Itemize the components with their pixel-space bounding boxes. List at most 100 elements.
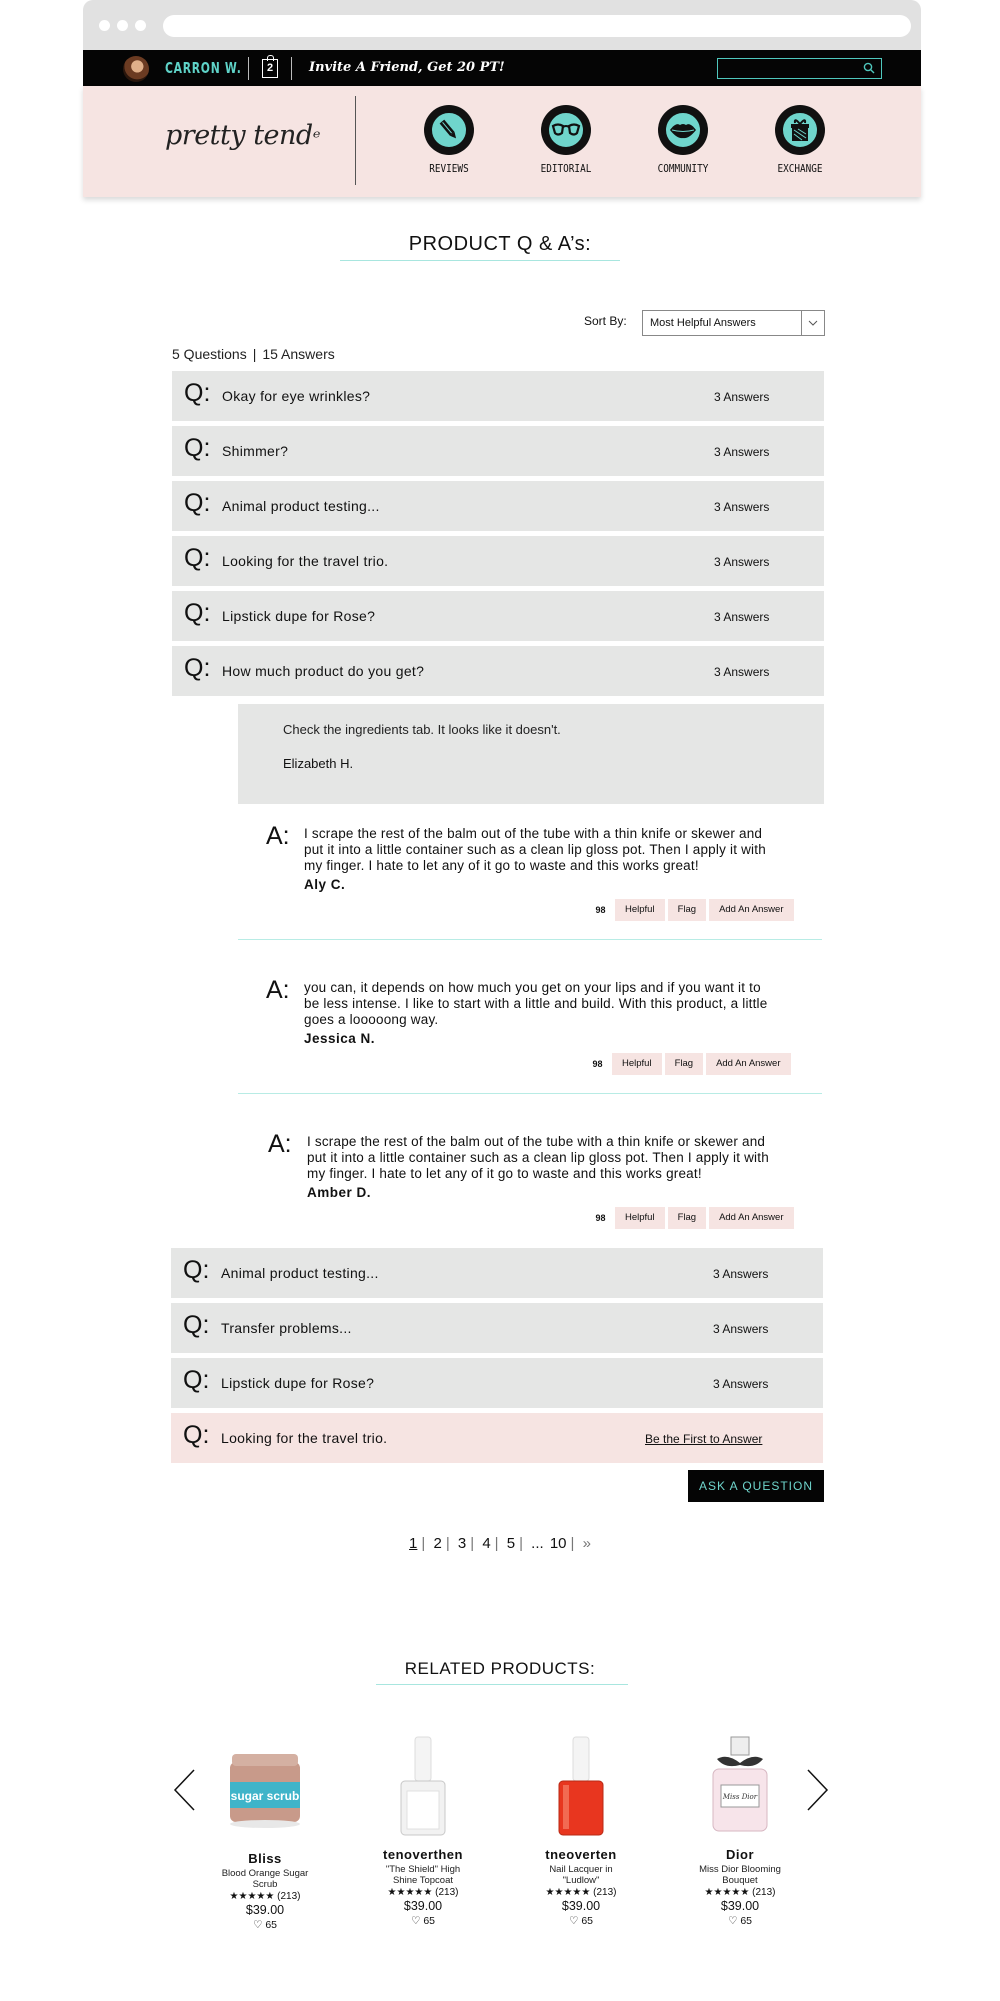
nav-community[interactable]: COMMUNITY bbox=[643, 106, 723, 175]
answer-author: Amber D. bbox=[307, 1185, 372, 1200]
next-page-link[interactable]: » bbox=[583, 1535, 591, 1552]
answers-count-link[interactable]: 3 Answers bbox=[713, 1377, 768, 1391]
sort-select[interactable]: Most Helpful Answers bbox=[642, 310, 825, 336]
first-to-answer-link[interactable]: Be the First to Answer bbox=[645, 1432, 762, 1446]
note-text: Check the ingredients tab. It looks like… bbox=[283, 722, 561, 737]
product-brand: Dior bbox=[726, 1847, 754, 1862]
answers-count-link[interactable]: 3 Answers bbox=[714, 665, 769, 679]
answer-line: my finger. I hate to let any of it go to… bbox=[304, 858, 699, 873]
question-text: Okay for eye wrinkles? bbox=[222, 388, 371, 404]
username-link[interactable]: CARRON W. bbox=[165, 59, 242, 77]
page-link[interactable]: 1 bbox=[409, 1535, 417, 1552]
question-row[interactable]: Q: Animal product testing... 3 Answers bbox=[171, 1248, 823, 1298]
window-maximize-dot[interactable] bbox=[135, 20, 146, 31]
chevron-down-icon[interactable] bbox=[801, 311, 824, 335]
ask-question-button[interactable]: ASK A QUESTION bbox=[688, 1470, 824, 1502]
answers-count-link[interactable]: 3 Answers bbox=[714, 390, 769, 404]
address-bar[interactable] bbox=[163, 15, 911, 37]
product-image[interactable] bbox=[358, 1735, 488, 1836]
helpful-count: 98 bbox=[586, 1053, 609, 1075]
likes-count: 65 bbox=[423, 1915, 436, 1927]
helpful-button[interactable]: Helpful bbox=[615, 899, 665, 921]
search-input[interactable] bbox=[717, 58, 882, 79]
carousel-prev-arrow[interactable] bbox=[172, 1768, 196, 1817]
heart-icon[interactable]: ♡ bbox=[411, 1915, 420, 1927]
heart-icon[interactable]: ♡ bbox=[253, 1919, 262, 1931]
product-likes[interactable]: ♡ 65 bbox=[358, 1915, 488, 1927]
helpful-button[interactable]: Helpful bbox=[612, 1053, 662, 1075]
answers-count-link[interactable]: 3 Answers bbox=[714, 555, 769, 569]
heart-icon[interactable]: ♡ bbox=[569, 1915, 578, 1927]
question-row[interactable]: Q: Animal product testing... 3 Answers bbox=[172, 481, 824, 531]
question-row[interactable]: Q: Shimmer? 3 Answers bbox=[172, 426, 824, 476]
divider bbox=[291, 57, 292, 80]
add-answer-button[interactable]: Add An Answer bbox=[709, 899, 794, 921]
product-brand: tneoverten bbox=[545, 1847, 617, 1862]
product-card[interactable]: sugar scrub Bliss Blood Orange Sugar Scr… bbox=[200, 1735, 330, 1931]
product-price: $39.00 bbox=[561, 1899, 601, 1913]
question-row-expanded[interactable]: Q: How much product do you get? 3 Answer… bbox=[172, 646, 824, 696]
page-link[interactable]: 10 bbox=[550, 1535, 567, 1552]
site-header: pretty tendᵉ REVIEWS EDITORIAL COMMUNITY… bbox=[83, 86, 921, 197]
answers-count-link[interactable]: 3 Answers bbox=[714, 500, 769, 514]
product-card[interactable]: Miss Dior Dior Miss Dior Blooming Bouque… bbox=[675, 1735, 805, 1927]
question-text: Animal product testing... bbox=[222, 498, 380, 514]
product-image[interactable] bbox=[516, 1735, 646, 1836]
answers-count-link[interactable]: 3 Answers bbox=[714, 610, 769, 624]
nav-exchange[interactable]: EXCHANGE bbox=[760, 106, 840, 175]
shopping-bag-icon[interactable]: 2 bbox=[262, 55, 278, 78]
nav-reviews[interactable]: REVIEWS bbox=[409, 106, 489, 175]
page-link[interactable]: 2 bbox=[433, 1535, 441, 1552]
add-answer-button[interactable]: Add An Answer bbox=[709, 1207, 794, 1229]
question-row[interactable]: Q: Lipstick dupe for Rose? 3 Answers bbox=[171, 1358, 823, 1408]
question-row-unanswered[interactable]: Q: Looking for the travel trio. Be the F… bbox=[171, 1413, 823, 1463]
product-likes[interactable]: ♡ 65 bbox=[675, 1915, 805, 1927]
question-row[interactable]: Q: Looking for the travel trio. 3 Answer… bbox=[172, 536, 824, 586]
product-likes[interactable]: ♡ 65 bbox=[516, 1915, 646, 1927]
flag-button[interactable]: Flag bbox=[667, 1207, 707, 1229]
helpful-count: 98 bbox=[589, 899, 612, 921]
product-likes[interactable]: ♡ 65 bbox=[200, 1919, 330, 1931]
page-link[interactable]: 5 bbox=[507, 1535, 515, 1552]
question-row[interactable]: Q: Transfer problems... 3 Answers bbox=[171, 1303, 823, 1353]
answers-count-link[interactable]: 3 Answers bbox=[713, 1267, 768, 1281]
heart-icon[interactable]: ♡ bbox=[728, 1915, 737, 1927]
product-name-line: Shine Topcoat bbox=[392, 1875, 454, 1886]
product-name-line: "The Shield" High bbox=[385, 1864, 461, 1875]
nav-editorial[interactable]: EDITORIAL bbox=[526, 106, 606, 175]
related-title: RELATED PRODUCTS: bbox=[404, 1659, 596, 1678]
flag-button[interactable]: Flag bbox=[664, 1053, 704, 1075]
product-image[interactable]: Miss Dior bbox=[675, 1735, 805, 1835]
product-card[interactable]: tenoverthen "The Shield" High Shine Topc… bbox=[358, 1735, 488, 1927]
search-icon[interactable] bbox=[863, 62, 875, 74]
window-minimize-dot[interactable] bbox=[117, 20, 128, 31]
avatar[interactable] bbox=[123, 56, 149, 82]
carousel-next-arrow[interactable] bbox=[806, 1768, 830, 1817]
answers-count-link[interactable]: 3 Answers bbox=[714, 445, 769, 459]
question-text: Shimmer? bbox=[222, 443, 289, 459]
flag-button[interactable]: Flag bbox=[667, 899, 707, 921]
site-logo[interactable]: pretty tendᵉ bbox=[165, 120, 320, 151]
product-card[interactable]: tneoverten Nail Lacquer in "Ludlow" ★★★★… bbox=[516, 1735, 646, 1927]
question-text: Animal product testing... bbox=[221, 1265, 379, 1281]
top-bar: CARRON W. 2 Invite A Friend, Get 20 PT! bbox=[83, 50, 921, 86]
page-link[interactable]: 4 bbox=[482, 1535, 490, 1552]
chevron-right-icon[interactable] bbox=[806, 1768, 830, 1812]
question-row[interactable]: Q: Okay for eye wrinkles? 3 Answers bbox=[172, 371, 824, 421]
helpful-button[interactable]: Helpful bbox=[615, 1207, 665, 1229]
question-row[interactable]: Q: Lipstick dupe for Rose? 3 Answers bbox=[172, 591, 824, 641]
product-rating: ★★★★★ (213) bbox=[200, 1891, 330, 1902]
answers-count-link[interactable]: 3 Answers bbox=[713, 1322, 768, 1336]
answer-actions: 98 Helpful Flag Add An Answer bbox=[586, 1053, 791, 1075]
answer-actions: 98 Helpful Flag Add An Answer bbox=[589, 1207, 794, 1229]
chevron-left-icon[interactable] bbox=[172, 1768, 196, 1812]
page-link[interactable]: 3 bbox=[458, 1535, 466, 1552]
answer-line: be less intense. I like to start with a … bbox=[304, 996, 768, 1011]
add-answer-button[interactable]: Add An Answer bbox=[706, 1053, 791, 1075]
product-name: "The Shield" High Shine Topcoat bbox=[358, 1864, 488, 1886]
product-brand: Bliss bbox=[248, 1851, 282, 1866]
answer-author: Aly C. bbox=[304, 877, 346, 892]
invite-friend-link[interactable]: Invite A Friend, Get 20 PT! bbox=[309, 60, 505, 75]
window-close-dot[interactable] bbox=[99, 20, 110, 31]
product-image[interactable]: sugar scrub bbox=[200, 1735, 330, 1835]
